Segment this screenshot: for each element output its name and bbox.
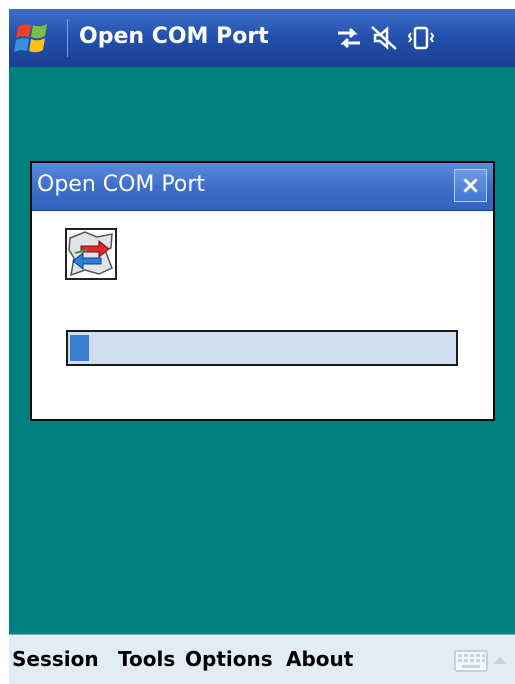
menu-tools[interactable]: Tools bbox=[118, 647, 175, 671]
menu-about[interactable]: About bbox=[286, 647, 353, 671]
close-button[interactable]: × bbox=[454, 169, 487, 202]
menu-bar: Session Tools Options About bbox=[9, 634, 515, 684]
progress-fill bbox=[70, 335, 89, 361]
menu-options[interactable]: Options bbox=[185, 647, 273, 671]
windows-flag-icon bbox=[14, 24, 47, 53]
com-port-transfer-icon bbox=[65, 228, 117, 280]
title-separator bbox=[67, 19, 68, 57]
device-screen: Open COM Port Open COM Port × Session To… bbox=[9, 9, 515, 684]
dialog-title: Open COM Port bbox=[37, 172, 206, 197]
connectivity-icon[interactable] bbox=[334, 23, 364, 53]
progress-bar bbox=[66, 330, 458, 366]
start-button[interactable] bbox=[9, 9, 67, 67]
vibrate-icon[interactable] bbox=[406, 23, 436, 53]
speaker-muted-icon[interactable] bbox=[369, 23, 399, 53]
title-bar: Open COM Port bbox=[9, 9, 515, 67]
arrow-up-icon[interactable] bbox=[493, 655, 507, 665]
menu-session[interactable]: Session bbox=[12, 647, 99, 671]
keyboard-icon[interactable] bbox=[454, 650, 488, 672]
window-title: Open COM Port bbox=[79, 24, 269, 49]
open-com-port-dialog: Open COM Port × bbox=[30, 161, 495, 421]
dialog-title-bar: Open COM Port × bbox=[32, 163, 493, 211]
